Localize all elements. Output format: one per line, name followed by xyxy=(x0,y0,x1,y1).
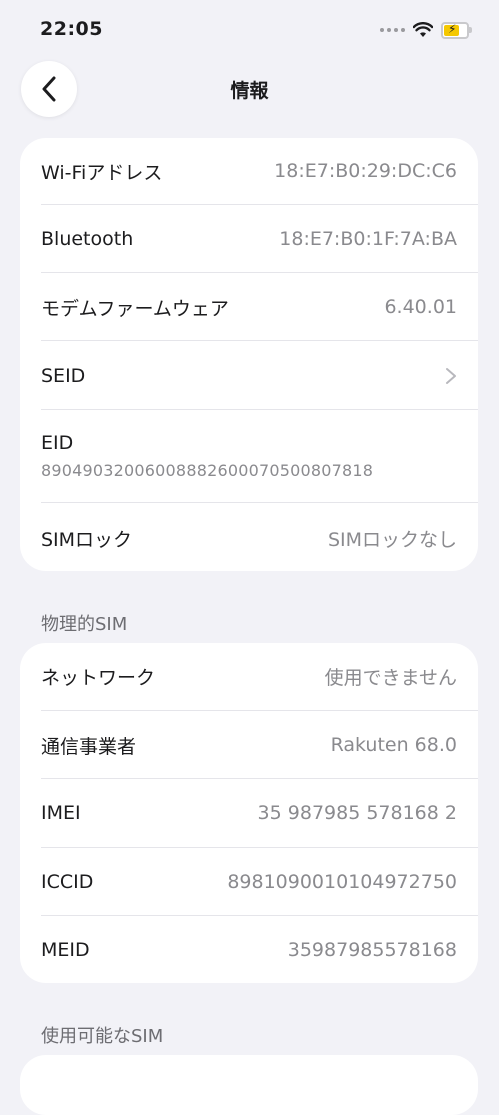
row-label: Wi-Fiアドレス xyxy=(41,161,163,184)
modem-firmware-row: モデムファームウェア 6.40.01 xyxy=(41,294,457,320)
row-label: 通信事業者 xyxy=(41,735,137,758)
row-label: MEID xyxy=(41,939,90,961)
row-label: SIMロック xyxy=(41,528,133,551)
carrier-row: 通信事業者 Rakuten 68.0 xyxy=(41,732,457,758)
row-label: ICCID xyxy=(41,871,94,893)
divider xyxy=(41,778,478,779)
divider xyxy=(41,204,478,205)
status-time: 22:05 xyxy=(40,18,103,40)
row-label: Bluetooth xyxy=(41,228,134,250)
wifi-icon xyxy=(413,22,433,37)
status-bar: 22:05 ⚡ xyxy=(0,0,499,50)
divider xyxy=(41,502,478,503)
divider xyxy=(41,710,478,711)
bluetooth-row: Bluetooth 18:E7:B0:1F:7A:BA xyxy=(41,226,457,252)
eid-row: EID xyxy=(41,430,457,456)
divider xyxy=(41,340,478,341)
divider xyxy=(41,915,478,916)
meid-row: MEID 35987985578168 xyxy=(41,937,457,963)
physical-sim-card: ネットワーク 使用できません 通信事業者 Rakuten 68.0 IMEI 3… xyxy=(20,643,478,983)
row-value: 18:E7:B0:29:DC:C6 xyxy=(274,160,457,182)
iccid-row: ICCID 8981090010104972750 xyxy=(41,869,457,895)
row-label: ネットワーク xyxy=(41,666,156,689)
row-value: 8981090010104972750 xyxy=(227,871,457,893)
battery-charging-icon: ⚡ xyxy=(441,21,472,39)
row-value: 18:E7:B0:1F:7A:BA xyxy=(279,228,457,250)
row-value: 使用できません xyxy=(324,666,457,689)
divider xyxy=(41,409,478,410)
imei-row: IMEI 35 987985 578168 2 xyxy=(41,800,457,826)
wifi-address-row: Wi-Fiアドレス 18:E7:B0:29:DC:C6 xyxy=(41,158,457,184)
seid-row[interactable]: SEID xyxy=(41,363,457,389)
section-header-physical-sim: 物理的SIM xyxy=(41,614,128,635)
page-title: 情報 xyxy=(230,80,269,102)
network-row: ネットワーク 使用できません xyxy=(41,663,457,689)
section-header-available-sim: 使用可能なSIM xyxy=(41,1026,164,1047)
divider xyxy=(41,847,478,848)
row-label: SEID xyxy=(41,365,86,387)
row-label: IMEI xyxy=(41,802,81,824)
device-info-card: Wi-Fiアドレス 18:E7:B0:29:DC:C6 Bluetooth 18… xyxy=(20,138,478,571)
row-label: EID xyxy=(41,432,74,454)
row-value: 6.40.01 xyxy=(384,296,457,318)
row-value: 35987985578168 xyxy=(287,939,457,961)
eid-value: 89049032006008882600070500807818 xyxy=(41,461,374,480)
row-value: SIMロックなし xyxy=(327,528,457,551)
status-icons: ⚡ xyxy=(380,20,472,40)
row-label: モデムファームウェア xyxy=(41,297,229,320)
divider xyxy=(41,272,478,273)
cellular-signal-icon xyxy=(380,28,405,32)
available-sim-card xyxy=(20,1055,478,1115)
row-value: 35 987985 578168 2 xyxy=(257,802,457,824)
chevron-right-icon xyxy=(446,368,456,384)
sim-lock-row: SIMロック SIMロックなし xyxy=(41,525,457,551)
row-value: Rakuten 68.0 xyxy=(330,734,457,756)
